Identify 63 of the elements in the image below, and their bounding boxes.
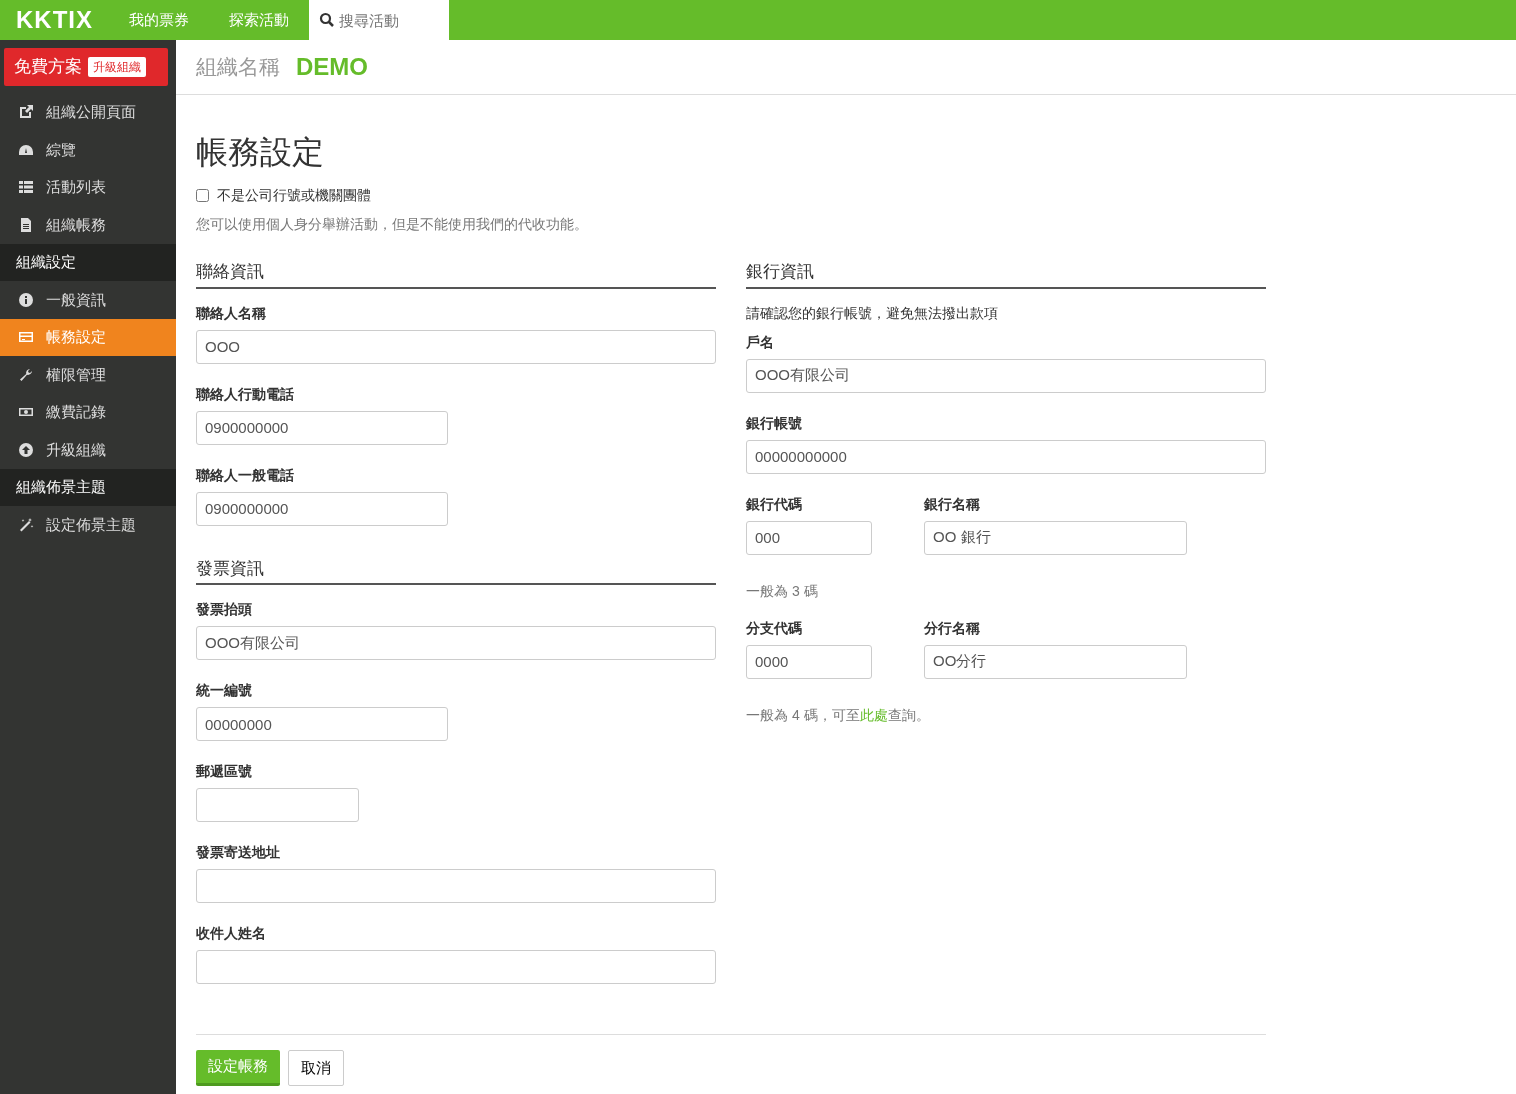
field-label: 郵遞區號 <box>196 762 253 782</box>
sidebar-heading: 組織設定 <box>0 243 176 281</box>
input-field[interactable]: 00000000000 <box>746 439 1266 474</box>
field-label: 分支代碼 <box>746 618 803 638</box>
wrench-icon <box>18 366 34 383</box>
page-title: 帳務設定 <box>196 133 325 172</box>
org-name: DEMO <box>296 52 368 82</box>
sidebar-item[interactable]: 權限管理 <box>0 356 176 394</box>
magic-wand-icon <box>18 516 34 533</box>
field-label: 聯絡人一般電話 <box>196 465 295 485</box>
input-field[interactable]: 0000 <box>746 644 872 679</box>
input-field[interactable] <box>196 950 716 985</box>
field-label: 戶名 <box>746 332 775 352</box>
input-field[interactable]: OOO有限公司 <box>746 358 1266 393</box>
search-field[interactable]: 搜尋活動 <box>309 0 449 40</box>
input-field[interactable]: 0900000000 <box>196 410 448 445</box>
sidebar-item[interactable]: 綜覽 <box>0 131 176 169</box>
section-heading: 發票資訊 <box>196 555 716 586</box>
checkbox-label: 不是公司行號或機關團體 <box>217 186 371 206</box>
sidebar-heading: 組織佈景主題 <box>0 468 176 506</box>
field-label: 聯絡人名稱 <box>196 303 267 323</box>
document-icon <box>18 216 34 233</box>
field-label: 聯絡人行動電話 <box>196 384 295 404</box>
info-icon <box>18 291 34 308</box>
hint-text: 一般為 3 碼 <box>746 581 819 601</box>
org-label: 組織名稱 <box>196 54 280 81</box>
upload-circle-icon <box>18 441 34 458</box>
field-label: 發票寄送地址 <box>196 843 281 863</box>
input-field[interactable]: 0900000000 <box>196 491 448 526</box>
upgrade-tag[interactable]: 升級組織 <box>88 56 146 77</box>
sidebar-item[interactable]: 升級組織 <box>0 431 176 469</box>
list-icon <box>18 179 34 196</box>
cancel-button[interactable]: 取消 <box>288 1050 344 1086</box>
sidebar-item[interactable]: 活動列表 <box>0 168 176 206</box>
input-field[interactable]: OOO <box>196 329 716 364</box>
section-heading: 銀行資訊 <box>746 259 1266 289</box>
input-field[interactable]: OOO有限公司 <box>196 626 716 661</box>
bank-note: 請確認您的銀行帳號，避免無法撥出款項 <box>746 303 999 323</box>
field-label: 收件人姓名 <box>196 924 267 944</box>
input-field[interactable]: 00000000 <box>196 707 448 742</box>
field-label: 銀行帳號 <box>746 413 803 433</box>
input-field[interactable]: 000 <box>746 520 872 555</box>
sidebar-item[interactable]: 設定佈景主題 <box>0 506 176 544</box>
input-field[interactable]: OO分行 <box>924 644 1187 679</box>
sidebar-item[interactable]: 一般資訊 <box>0 281 176 319</box>
sidebar-item[interactable]: 組織帳務 <box>0 206 176 244</box>
field-label: 銀行名稱 <box>924 494 981 514</box>
field-label: 統一編號 <box>196 681 253 701</box>
input-field[interactable]: OO 銀行 <box>924 520 1187 555</box>
plan-banner[interactable]: 免費方案 升級組織 <box>4 48 168 86</box>
note-text: 您可以使用個人身分舉辦活動，但是不能使用我們的代收功能。 <box>196 215 589 235</box>
field-label: 銀行代碼 <box>746 494 803 514</box>
sidebar-item[interactable]: 組織公開頁面 <box>0 93 176 131</box>
input-field[interactable] <box>196 788 359 823</box>
field-label: 分行名稱 <box>924 618 981 638</box>
field-label: 發票抬頭 <box>196 600 253 620</box>
plan-label: 免費方案 <box>14 56 82 78</box>
section-heading: 聯絡資訊 <box>196 259 716 289</box>
external-link-icon <box>18 104 34 121</box>
checkbox[interactable] <box>196 189 209 203</box>
sidebar-item[interactable]: 繳費記錄 <box>0 393 176 431</box>
hint-text: 一般為 4 碼，可至此處查詢。 <box>746 705 931 725</box>
input-field[interactable] <box>196 869 716 904</box>
